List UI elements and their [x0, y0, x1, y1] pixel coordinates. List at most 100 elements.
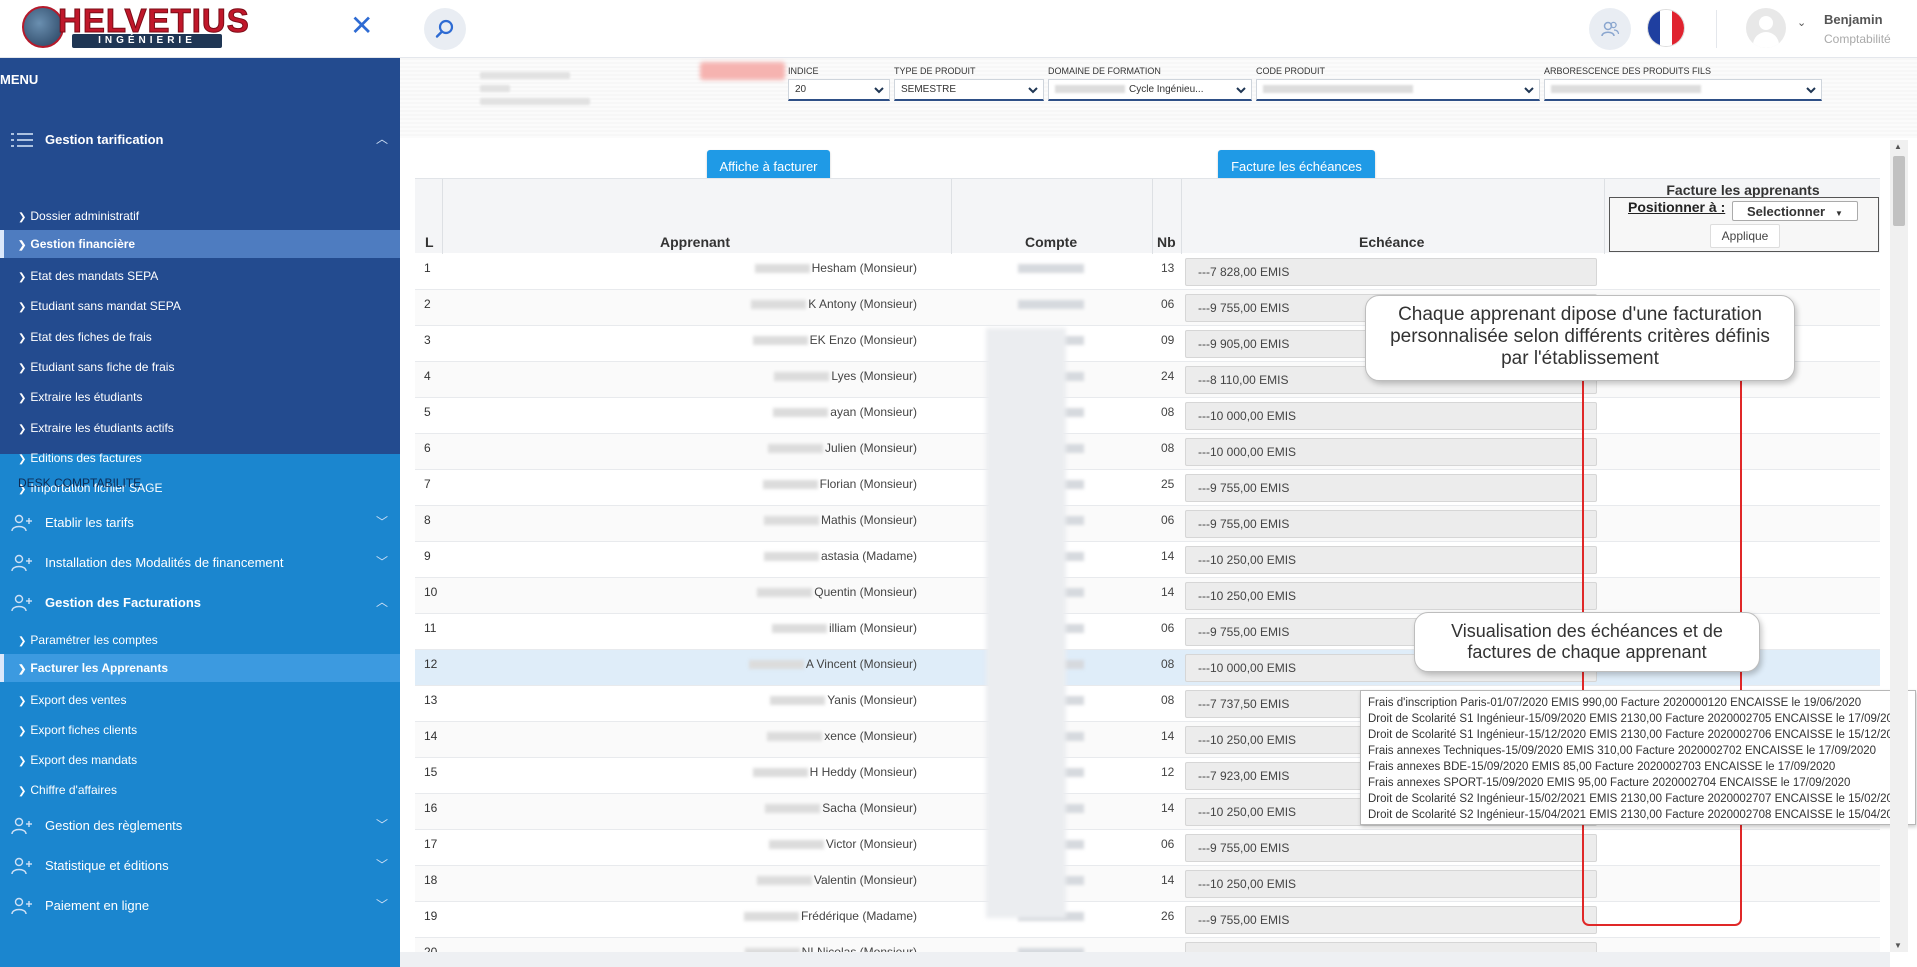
apprenant-name: Sacha (Monsieur): [607, 801, 917, 815]
scroll-thumb[interactable]: [1893, 156, 1905, 226]
sidebar-item-label: Dossier administratif: [30, 209, 140, 223]
search-button[interactable]: [424, 8, 466, 50]
scroll-up-icon[interactable]: ▲: [1894, 142, 1902, 151]
add-user-icon: [11, 817, 32, 835]
echeance-field[interactable]: ---10 000,00 EMIS: [1185, 438, 1597, 466]
row-number: 3: [424, 333, 431, 347]
code-produit-select[interactable]: [1256, 79, 1540, 101]
callout-facturation-personnalisee: Chaque apprenant dipose d'une facturatio…: [1365, 295, 1795, 381]
type-produit-select[interactable]: SEMESTRE: [894, 79, 1044, 101]
apprenant-name: ayan (Monsieur): [607, 405, 917, 419]
sidebar-group-paiement-en-ligne[interactable]: Paiement en ligne ﹀: [0, 886, 400, 926]
add-user-icon: [11, 554, 32, 572]
company-logo[interactable]: HELVETIUS INGÉNIERIE: [22, 2, 249, 54]
sidebar-item-editions-factures[interactable]: ❯ Editions des factures: [0, 444, 400, 472]
search-icon: [435, 19, 454, 38]
select-value: 20: [795, 84, 807, 95]
row-number: 17: [424, 837, 438, 851]
apprenant-name: Florian (Monsieur): [607, 477, 917, 491]
apprenant-name-text: EK Enzo (Monsieur): [809, 333, 917, 347]
filter-area: INDICE 20 TYPE DE PRODUIT SEMESTRE DOMAI…: [400, 58, 1917, 138]
sidebar-item-label: Editions des factures: [30, 451, 142, 465]
sidebar-group-modalites-financement[interactable]: Installation des Modalités de financemen…: [0, 543, 400, 583]
sidebar-item-export-fiches-clients[interactable]: ❯ Export fiches clients: [0, 716, 400, 744]
sidebar-item-etudiant-sans-mandat[interactable]: ❯ Etudiant sans mandat SEPA: [0, 292, 400, 320]
apprenant-name: Valentin (Monsieur): [607, 873, 917, 887]
sidebar-item-label: Extraire les étudiants: [30, 390, 143, 404]
echeance-field[interactable]: ---9 755,00 EMIS: [1185, 510, 1597, 538]
sidebar-item-facturer-apprenants[interactable]: ❯ Facturer les Apprenants: [0, 654, 400, 682]
row-number: 16: [424, 801, 438, 815]
echeance-field[interactable]: ---10 250,00 EMIS: [1185, 870, 1597, 898]
chevron-right-icon: ❯: [18, 240, 27, 251]
french-flag-icon[interactable]: [1647, 9, 1685, 47]
sidebar-item-dossier-administratif[interactable]: ❯ Dossier administratif: [0, 202, 400, 230]
sidebar-group-gestion-tarification[interactable]: Gestion tarification ︿: [0, 120, 400, 160]
facture-apprenants-title: Facture les apprenants: [1666, 182, 1820, 198]
echeance-field[interactable]: ---9 755,00 EMIS: [1185, 474, 1597, 502]
echeance-field[interactable]: ---7 828,00 EMIS: [1185, 258, 1597, 286]
sidebar-group-gestion-reglements[interactable]: Gestion des règlements ﹀: [0, 806, 400, 846]
chevron-right-icon: ❯: [18, 636, 27, 647]
sidebar-item-export-mandats[interactable]: ❯ Export des mandats: [0, 746, 400, 774]
sidebar-item-label: Gestion financière: [30, 237, 136, 251]
echeance-field[interactable]: ---9 755,00 EMIS: [1185, 906, 1597, 934]
echeance-field[interactable]: ---9 755,00 EMIS: [1185, 834, 1597, 862]
user-name: Benjamin: [1824, 12, 1883, 27]
top-bar: HELVETIUS INGÉNIERIE ✕ ⌄ Benjamin Compta…: [0, 0, 1917, 58]
sidebar-group-etablir-tarifs[interactable]: Etablir les tarifs ﹀: [0, 503, 400, 543]
close-menu-icon[interactable]: ✕: [350, 12, 373, 40]
echeance-field[interactable]: ---10 000,00 EMIS: [1185, 402, 1597, 430]
positionner-select[interactable]: Selectionner ▼: [1732, 201, 1858, 221]
sidebar-item-etat-fiches-frais[interactable]: ❯ Etat des fiches de frais: [0, 323, 400, 351]
add-user-icon: [11, 514, 32, 532]
avatar[interactable]: [1746, 8, 1786, 48]
row-number: 14: [424, 729, 438, 743]
caret-down-icon: ▼: [1835, 209, 1843, 218]
horizontal-scrollbar[interactable]: [400, 952, 1890, 967]
sidebar-item-parametrer-comptes[interactable]: ❯ Paramétrer les comptes: [0, 626, 400, 654]
sidebar-item-extraire-etudiants-actifs[interactable]: ❯ Extraire les étudiants actifs: [0, 414, 400, 442]
chevron-down-icon: ﹀: [375, 858, 388, 872]
sidebar-group-statistique-editions[interactable]: Statistique et éditions ﹀: [0, 846, 400, 886]
users-button[interactable]: [1589, 8, 1631, 50]
arborescence-select[interactable]: [1544, 79, 1822, 101]
sidebar-item-etat-mandats-sepa[interactable]: ❯ Etat des mandats SEPA: [0, 262, 400, 290]
table-row[interactable]: 1 Hesham (Monsieur) 13 ---7 828,00 EMIS: [415, 254, 1880, 290]
row-number: 6: [424, 441, 431, 455]
add-user-icon: [11, 897, 32, 915]
sidebar-item-label: Export fiches clients: [30, 723, 138, 737]
sidebar-group-label: Gestion des Facturations: [45, 595, 202, 610]
chevron-right-icon: ❯: [18, 454, 27, 465]
sidebar-item-chiffre-affaires[interactable]: ❯ Chiffre d'affaires: [0, 776, 400, 804]
chevron-right-icon: ❯: [18, 424, 27, 435]
sidebar-item-extraire-etudiants[interactable]: ❯ Extraire les étudiants: [0, 383, 400, 411]
chevron-down-icon: ﹀: [375, 515, 388, 529]
apprenant-name-text: Victor (Monsieur): [825, 837, 917, 851]
apprenant-name: Julien (Monsieur): [607, 441, 917, 455]
callout-visualisation-echeances: Visualisation des échéances et de factur…: [1414, 612, 1760, 672]
apprenant-name-text: H Heddy (Monsieur): [809, 765, 917, 779]
echeance-field[interactable]: ---10 250,00 EMIS: [1185, 582, 1597, 610]
tooltip-line: Frais annexes BDE-15/09/2020 EMIS 85,00 …: [1368, 761, 1836, 773]
sidebar-item-gestion-financiere[interactable]: ❯ Gestion financière: [0, 230, 400, 258]
sidebar-item-etudiant-sans-fiche[interactable]: ❯ Etudiant sans fiche de frais: [0, 353, 400, 381]
sidebar-item-export-ventes[interactable]: ❯ Export des ventes: [0, 686, 400, 714]
scroll-down-icon[interactable]: ▼: [1894, 941, 1902, 950]
sidebar-group-gestion-facturations[interactable]: Gestion des Facturations ︿: [0, 583, 400, 623]
echeance-field[interactable]: ---10 250,00 EMIS: [1185, 546, 1597, 574]
sidebar-item-label: Export des ventes: [30, 693, 127, 707]
chevron-down-icon[interactable]: ⌄: [1797, 16, 1806, 29]
sidebar-item-label: Facturer les Apprenants: [30, 661, 168, 675]
applique-button[interactable]: Applique: [1710, 224, 1780, 248]
vertical-scrollbar[interactable]: ▲ ▼: [1890, 140, 1908, 952]
chevron-right-icon: ❯: [18, 333, 27, 344]
chevron-down-icon: [1524, 87, 1534, 94]
invoice-details-tooltip: Frais d'inscription Paris-01/07/2020 EMI…: [1360, 690, 1916, 825]
domaine-select[interactable]: Cycle Ingénieu...: [1048, 79, 1252, 101]
sidebar-item-label: Chiffre d'affaires: [30, 783, 117, 797]
tooltip-line: Frais d'inscription Paris-01/07/2020 EMI…: [1368, 697, 1862, 709]
row-number: 18: [424, 873, 438, 887]
indice-select[interactable]: 20: [788, 79, 890, 101]
apprenant-name: xence (Monsieur): [607, 729, 917, 743]
